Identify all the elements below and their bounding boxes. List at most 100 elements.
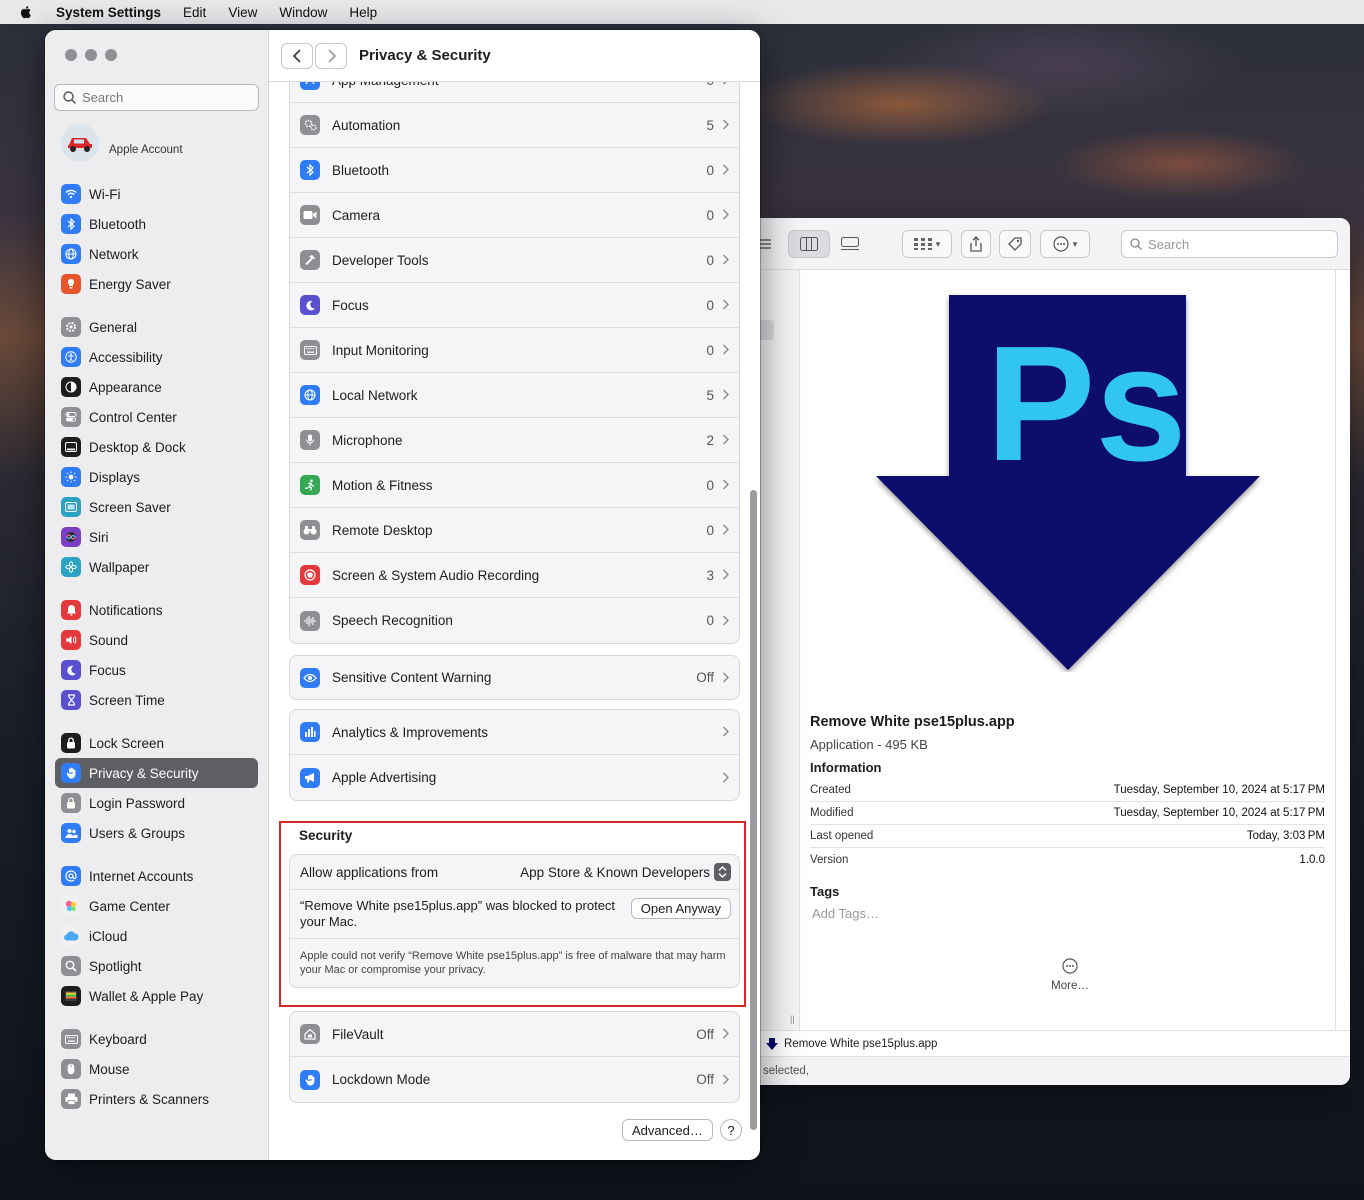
finder-column[interactable]: || bbox=[760, 270, 800, 1030]
sidebar-item-notifications[interactable]: Notifications bbox=[55, 595, 258, 625]
more-button[interactable]: More… bbox=[1040, 958, 1100, 992]
sidebar-item-desktop-dock[interactable]: Desktop & Dock bbox=[55, 432, 258, 462]
filevault-lockdown-group: FileVault Off Lockdown Mode Off bbox=[289, 1011, 740, 1103]
sidebar-item-sound[interactable]: Sound bbox=[55, 625, 258, 655]
apple-logo-icon[interactable] bbox=[18, 4, 34, 20]
sidebar-item-login-password[interactable]: Login Password bbox=[55, 788, 258, 818]
finder-window: ▾ ▾ Search || Ps Remove White pse15plus.… bbox=[760, 218, 1350, 1085]
information-table: Created Tuesday, September 10, 2024 at 5:… bbox=[810, 779, 1325, 871]
advanced-button[interactable]: Advanced… bbox=[622, 1119, 713, 1141]
sidebar-item-displays[interactable]: Displays bbox=[55, 462, 258, 492]
sidebar-item-siri[interactable]: Siri bbox=[55, 522, 258, 552]
sidebar-item-internet-accounts[interactable]: Internet Accounts bbox=[55, 861, 258, 891]
sidebar-item-general[interactable]: General bbox=[55, 312, 258, 342]
row-motion-fitness[interactable]: Motion & Fitness 0 bbox=[290, 463, 739, 508]
sidebar-item-wallpaper[interactable]: Wallpaper bbox=[55, 552, 258, 582]
zoom-button[interactable] bbox=[105, 49, 117, 61]
row-bluetooth[interactable]: Bluetooth 0 bbox=[290, 148, 739, 193]
row-apple-advertising[interactable]: Apple Advertising bbox=[290, 755, 739, 800]
column-view-button[interactable] bbox=[788, 230, 830, 258]
sidebar-item-bluetooth[interactable]: Bluetooth bbox=[55, 209, 258, 239]
gamecenter-icon bbox=[61, 896, 81, 916]
sidebar-item-network[interactable]: Network bbox=[55, 239, 258, 269]
row-lockdown-mode[interactable]: Lockdown Mode Off bbox=[290, 1057, 739, 1102]
flower-icon bbox=[61, 557, 81, 577]
chevron-right-icon bbox=[722, 117, 729, 133]
popup-stepper-icon[interactable] bbox=[714, 863, 731, 881]
sidebar-item-screen-saver[interactable]: Screen Saver bbox=[55, 492, 258, 522]
open-anyway-button[interactable]: Open Anyway bbox=[630, 898, 731, 919]
row-speech-recognition[interactable]: Speech Recognition 0 bbox=[290, 598, 739, 643]
sidebar-item-users-groups[interactable]: Users & Groups bbox=[55, 818, 258, 848]
row-value: 5 bbox=[706, 117, 714, 133]
add-tags-field[interactable]: Add Tags… bbox=[812, 906, 879, 921]
runner-icon bbox=[300, 475, 320, 495]
sidebar-item-appearance[interactable]: Appearance bbox=[55, 372, 258, 402]
row-focus[interactable]: Focus 0 bbox=[290, 283, 739, 328]
sidebar-item-label: Internet Accounts bbox=[89, 868, 194, 884]
group-button[interactable]: ▾ bbox=[902, 230, 952, 258]
menu-app-name[interactable]: System Settings bbox=[56, 5, 161, 20]
forward-button[interactable] bbox=[315, 42, 347, 69]
sidebar-item-wi-fi[interactable]: Wi-Fi bbox=[55, 179, 258, 209]
menu-view[interactable]: View bbox=[228, 5, 257, 20]
sidebar-item-label: Desktop & Dock bbox=[89, 439, 186, 455]
menu-window[interactable]: Window bbox=[279, 5, 327, 20]
sidebar-item-icloud[interactable]: iCloud bbox=[55, 921, 258, 951]
row-remote-desktop[interactable]: Remote Desktop 0 bbox=[290, 508, 739, 553]
row-screen-system-audio-recording[interactable]: Screen & System Audio Recording 3 bbox=[290, 553, 739, 598]
sidebar-search-input[interactable]: Search bbox=[54, 84, 259, 111]
sidebar-item-control-center[interactable]: Control Center bbox=[55, 402, 258, 432]
column-resize-handle[interactable]: || bbox=[790, 1014, 795, 1024]
row-input-monitoring[interactable]: Input Monitoring 0 bbox=[290, 328, 739, 373]
content-scroll-area[interactable]: App Management0Automation5Bluetooth0Came… bbox=[269, 82, 760, 1160]
tag-button[interactable] bbox=[999, 230, 1031, 258]
sidebar-item-energy-saver[interactable]: Energy Saver bbox=[55, 269, 258, 299]
share-button[interactable] bbox=[961, 230, 991, 258]
sidebar-item-lock-screen[interactable]: Lock Screen bbox=[55, 728, 258, 758]
row-developer-tools[interactable]: Developer Tools 0 bbox=[290, 238, 739, 283]
row-app-management[interactable]: App Management0 bbox=[290, 82, 739, 103]
sidebar-item-game-center[interactable]: Game Center bbox=[55, 891, 258, 921]
sidebar-item-printers-scanners[interactable]: Printers & Scanners bbox=[55, 1084, 258, 1114]
scrollbar[interactable] bbox=[750, 490, 757, 1130]
row-filevault[interactable]: FileVault Off bbox=[290, 1012, 739, 1057]
row-automation[interactable]: Automation 5 bbox=[290, 103, 739, 148]
apple-account[interactable]: Apple Account bbox=[61, 124, 183, 162]
row-label: Input Monitoring bbox=[332, 342, 429, 358]
system-settings-window: Search Apple Account Wi-Fi Bluetooth Netwo… bbox=[45, 30, 760, 1160]
finder-search-input[interactable]: Search bbox=[1121, 230, 1338, 258]
row-camera[interactable]: Camera 0 bbox=[290, 193, 739, 238]
page-title: Privacy & Security bbox=[359, 47, 491, 64]
list-view-button[interactable] bbox=[760, 230, 778, 258]
menu-help[interactable]: Help bbox=[349, 5, 377, 20]
help-button[interactable]: ? bbox=[720, 1119, 742, 1141]
path-item[interactable]: Remove White pse15plus.app bbox=[784, 1038, 937, 1050]
sidebar-item-screen-time[interactable]: Screen Time bbox=[55, 685, 258, 715]
gallery-view-button[interactable] bbox=[830, 230, 870, 258]
row-sensitive-content-warning[interactable]: Sensitive Content Warning Off bbox=[290, 656, 739, 699]
sidebar-item-label: General bbox=[89, 319, 138, 335]
sidebar-item-privacy-security[interactable]: Privacy & Security bbox=[55, 758, 258, 788]
row-microphone[interactable]: Microphone 2 bbox=[290, 418, 739, 463]
sidebar-item-focus[interactable]: Focus bbox=[55, 655, 258, 685]
allow-apps-value[interactable]: App Store & Known Developers bbox=[520, 865, 710, 880]
record-icon bbox=[300, 565, 320, 585]
sidebar-item-wallet-apple-pay[interactable]: Wallet & Apple Pay bbox=[55, 981, 258, 1011]
row-local-network[interactable]: Local Network 5 bbox=[290, 373, 739, 418]
minimize-button[interactable] bbox=[85, 49, 97, 61]
sidebar-item-mouse[interactable]: Mouse bbox=[55, 1054, 258, 1084]
close-button[interactable] bbox=[65, 49, 77, 61]
sidebar-item-accessibility[interactable]: Accessibility bbox=[55, 342, 258, 372]
binoculars-icon bbox=[300, 520, 320, 540]
sidebar-item-keyboard[interactable]: Keyboard bbox=[55, 1024, 258, 1054]
action-button[interactable]: ▾ bbox=[1040, 230, 1090, 258]
chevron-right-icon bbox=[722, 82, 729, 88]
menu-edit[interactable]: Edit bbox=[183, 5, 206, 20]
row-analytics-improvements[interactable]: Analytics & Improvements bbox=[290, 710, 739, 755]
sidebar-item-spotlight[interactable]: Spotlight bbox=[55, 951, 258, 981]
hammer-icon bbox=[300, 250, 320, 270]
back-button[interactable] bbox=[281, 42, 313, 69]
chevron-right-icon bbox=[722, 770, 729, 786]
